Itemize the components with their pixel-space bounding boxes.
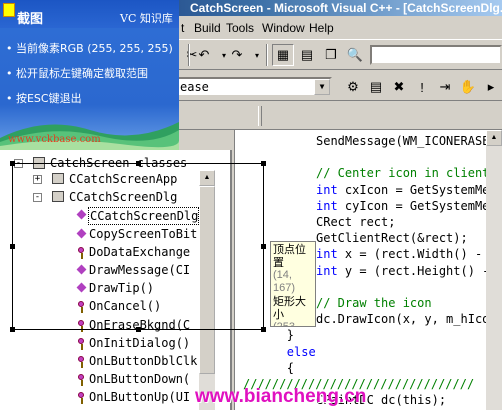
code-line: int y = (rect.Height() - [316, 263, 489, 279]
code-text: cyIcon = GetSystemMe [337, 198, 490, 213]
chevron-down-icon[interactable]: ▼ [314, 79, 330, 95]
capture-info-panel: 截图 VC 知识库 • 当前像素RGB (255, 255, 255) • 松开… [0, 0, 179, 150]
code-line: { [286, 360, 295, 375]
window-title: CatchScreen - Microsoft Visual C++ - [Ca… [190, 1, 502, 15]
capture-selection-rectangle[interactable] [10, 161, 266, 332]
code-keyword: int [316, 198, 338, 213]
toolbar-separator [188, 44, 190, 66]
tooltip-line: (253, 170) [273, 321, 299, 327]
code-line: CRect rect; [316, 215, 396, 229]
resize-handle-e[interactable] [261, 244, 266, 249]
capture-url: www.vckbase.com [8, 134, 101, 145]
code-line: int x = (rect.Width() - [316, 246, 482, 262]
code-line: int cxIcon = GetSystemMe [316, 182, 489, 198]
capture-rgb-line: • 当前像素RGB (255, 255, 255) [6, 42, 173, 55]
toolbar-separator [266, 44, 268, 66]
output-toggle-icon[interactable]: ▤ [296, 44, 318, 66]
go-icon[interactable]: ⇥ [434, 76, 456, 98]
resize-handle-se[interactable] [261, 327, 266, 332]
tree-node-label: OnLButtonDblClk [89, 354, 198, 368]
code-keyword: int [316, 247, 338, 262]
code-text: y = (rect.Height() - [337, 263, 490, 278]
menu-tools[interactable]: Tools [226, 21, 254, 35]
insert-breakpoint-icon[interactable]: ✋ [457, 76, 479, 98]
code-line: dc.DrawIcon(x, y, m_hIco [316, 312, 490, 327]
find-combo[interactable] [370, 45, 502, 65]
stop-build-icon[interactable]: ✖ [388, 76, 410, 98]
wizard-bar [176, 102, 502, 130]
selection-info-tooltip: 顶点位置(14, 167)矩形大小(253, 170)光标坐标(266, 336… [270, 241, 316, 327]
toolbar-overflow-icon[interactable]: ▸ [480, 76, 502, 98]
configuration-combo-value: ease [180, 80, 209, 94]
configuration-combo[interactable]: ease ▼ [176, 77, 332, 97]
capture-esc-hint: • 按ESC键退出 [6, 92, 82, 105]
menu-window[interactable]: Window [262, 21, 305, 35]
undo-icon[interactable]: ↶ [193, 44, 215, 66]
redo-icon[interactable]: ↷ [226, 44, 248, 66]
capture-release-hint: • 松开鼠标左键确定截取范围 [6, 67, 148, 80]
tooltip-line: 顶点位置 [273, 243, 306, 269]
find-in-files-icon[interactable]: 🔍 [344, 44, 366, 66]
tooltip-line: (14, 167) [273, 269, 296, 294]
resize-handle-s[interactable] [136, 327, 141, 332]
windows-list-icon[interactable]: ❐ [320, 44, 342, 66]
resize-handle-ne[interactable] [261, 161, 266, 166]
menu-edit-partial[interactable]: t [181, 21, 184, 35]
watermark: www.biancheng.cn [195, 386, 367, 407]
redo-dropdown-icon[interactable]: ▾ [246, 44, 268, 66]
protected-method-icon [78, 337, 84, 350]
resize-handle-w[interactable] [10, 244, 15, 249]
code-line: // Center icon in client [316, 166, 490, 181]
protected-method-icon [78, 374, 84, 387]
capture-site-name: VC 知识库 [120, 12, 173, 25]
code-line: SendMessage(WM_ICONERASE [316, 134, 490, 148]
tree-node-label: OnLButtonUp(UI [89, 390, 191, 405]
bar-gripper [258, 106, 262, 126]
code-line: } [286, 328, 295, 343]
tree-node-label: OnLButtonDown( [89, 372, 191, 387]
build-icon[interactable]: ▤ [365, 76, 387, 98]
menu-build[interactable]: Build [194, 21, 221, 35]
code-line: // Draw the icon [316, 296, 432, 310]
editor-vertical-scrollbar[interactable]: ▲ [486, 130, 502, 410]
tree-node-label: OnInitDialog() [89, 335, 191, 350]
protected-method-icon [78, 392, 84, 405]
capture-heading: 截图 [17, 12, 44, 27]
resize-handle-n[interactable] [136, 161, 141, 166]
tooltip-line: 矩形大小 [273, 295, 306, 321]
code-text: cxIcon = GetSystemMe [337, 182, 490, 197]
code-keyword: int [316, 263, 338, 278]
protected-method-icon [78, 356, 84, 368]
execute-icon[interactable]: ! [411, 76, 433, 98]
code-line: else [286, 344, 316, 359]
workspace-toggle-icon[interactable]: ▦ [272, 44, 294, 66]
code-line: GetClientRect(&rect); [316, 231, 468, 246]
scroll-up-icon[interactable]: ▲ [486, 130, 502, 146]
compile-icon[interactable]: ⚙ [342, 76, 364, 98]
code-keyword: int [316, 182, 338, 197]
resize-handle-nw[interactable] [10, 161, 15, 166]
code-text: x = (rect.Width() - [337, 247, 483, 262]
code-line: int cyIcon = GetSystemMe [316, 198, 489, 214]
resize-handle-sw[interactable] [10, 327, 15, 332]
menu-help[interactable]: Help [309, 21, 334, 35]
tooltip-lines: 顶点位置(14, 167)矩形大小(253, 170)光标坐标(266, 336… [273, 243, 313, 327]
capture-logo-icon [3, 3, 15, 17]
